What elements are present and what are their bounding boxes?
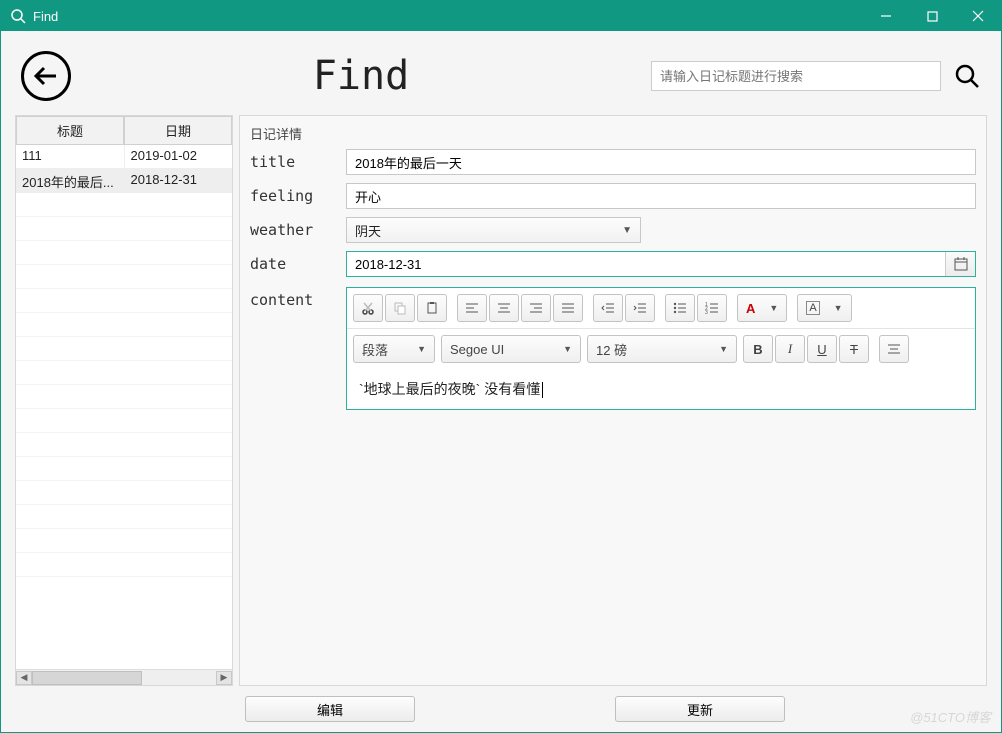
chevron-down-icon: ▼ <box>563 344 572 354</box>
editor-textarea[interactable]: `地球上最后的夜晚` 没有看懂 <box>347 369 975 409</box>
align-right-button[interactable] <box>521 294 551 322</box>
editor-content: `地球上最后的夜晚` 没有看懂 <box>359 381 540 397</box>
align-justify-icon <box>561 302 575 314</box>
label-date: date <box>250 255 336 273</box>
cell-title: 111 <box>16 145 124 168</box>
align-right-icon <box>529 302 543 314</box>
font-family-value: Segoe UI <box>450 342 504 357</box>
detail-pane: 日记详情 title feeling weather 阴天 ▼ <box>239 115 987 686</box>
weather-value: 阴天 <box>355 221 381 240</box>
outdent-icon <box>601 302 615 314</box>
number-list-icon: 123 <box>705 302 719 314</box>
calendar-icon <box>954 257 968 271</box>
indent-button[interactable] <box>625 294 655 322</box>
edit-button[interactable]: 编辑 <box>245 696 415 722</box>
calendar-button[interactable] <box>945 252 975 276</box>
underline-button[interactable]: U <box>807 335 837 363</box>
close-button[interactable] <box>955 1 1001 31</box>
copy-icon <box>393 301 407 315</box>
svg-text:3: 3 <box>705 310 708 314</box>
back-button[interactable] <box>21 51 71 101</box>
strikethrough-button[interactable]: T <box>839 335 869 363</box>
maximize-button[interactable] <box>909 1 955 31</box>
scroll-right-icon[interactable]: ▶ <box>216 671 232 685</box>
para-style-value: 段落 <box>362 340 388 359</box>
cell-title: 2018年的最后... <box>16 169 124 192</box>
bold-button[interactable]: B <box>743 335 773 363</box>
chevron-down-icon: ▼ <box>834 303 843 313</box>
minimize-button[interactable] <box>863 1 909 31</box>
chevron-down-icon: ▼ <box>417 344 426 354</box>
paragraph-style-select[interactable]: 段落 ▼ <box>353 335 435 363</box>
outdent-button[interactable] <box>593 294 623 322</box>
clear-format-icon <box>887 343 901 355</box>
indent-icon <box>633 302 647 314</box>
feeling-input[interactable] <box>346 183 976 209</box>
align-center-icon <box>497 302 511 314</box>
clear-format-button[interactable] <box>879 335 909 363</box>
title-input[interactable] <box>346 149 976 175</box>
chevron-down-icon: ▼ <box>769 303 778 313</box>
copy-button[interactable] <box>385 294 415 322</box>
font-family-select[interactable]: Segoe UI ▼ <box>441 335 581 363</box>
cut-icon <box>361 301 375 315</box>
bullet-list-icon <box>673 302 687 314</box>
table-header: 标题 日期 <box>16 116 232 145</box>
label-feeling: feeling <box>250 187 336 205</box>
align-left-button[interactable] <box>457 294 487 322</box>
group-title: 日记详情 <box>250 124 976 143</box>
align-center-button[interactable] <box>489 294 519 322</box>
align-justify-button[interactable] <box>553 294 583 322</box>
search-icon <box>9 7 27 25</box>
cell-date: 2019-01-02 <box>124 145 233 168</box>
search-input[interactable] <box>651 61 941 91</box>
font-size-value: 12 磅 <box>596 340 627 359</box>
col-date[interactable]: 日期 <box>124 116 232 145</box>
diary-list: 标题 日期 111 2019-01-02 2018年的最后... 2018-12… <box>15 115 233 686</box>
date-input[interactable] <box>347 252 945 276</box>
table-row[interactable]: 111 2019-01-02 <box>16 145 232 169</box>
paste-icon <box>425 301 439 315</box>
italic-button[interactable]: I <box>775 335 805 363</box>
bullet-list-button[interactable] <box>665 294 695 322</box>
titlebar: Find <box>1 1 1001 31</box>
paste-button[interactable] <box>417 294 447 322</box>
chevron-down-icon: ▼ <box>622 225 632 236</box>
update-button[interactable]: 更新 <box>615 696 785 722</box>
page-title: Find <box>83 53 639 99</box>
col-title[interactable]: 标题 <box>16 116 124 145</box>
highlight-button[interactable]: A▼ <box>797 294 851 322</box>
label-weather: weather <box>250 221 336 239</box>
highlight-icon: A <box>806 301 819 315</box>
window-title: Find <box>33 9 58 24</box>
scroll-left-icon[interactable]: ◀ <box>16 671 32 685</box>
content-editor: 123 A▼ A▼ 段落▼ <box>346 287 976 410</box>
chevron-down-icon: ▼ <box>719 344 728 354</box>
weather-select[interactable]: 阴天 ▼ <box>346 217 641 243</box>
label-title: title <box>250 153 336 171</box>
font-color-button[interactable]: A▼ <box>737 294 787 322</box>
label-content: content <box>250 285 336 309</box>
number-list-button[interactable]: 123 <box>697 294 727 322</box>
cell-date: 2018-12-31 <box>124 169 233 192</box>
search-submit-icon[interactable] <box>953 62 981 90</box>
text-cursor <box>542 382 543 398</box>
font-size-select[interactable]: 12 磅 ▼ <box>587 335 737 363</box>
horizontal-scrollbar[interactable]: ◀ ▶ <box>16 669 232 685</box>
font-color-icon: A <box>746 301 755 316</box>
table-row[interactable]: 2018年的最后... 2018-12-31 <box>16 169 232 193</box>
align-left-icon <box>465 302 479 314</box>
cut-button[interactable] <box>353 294 383 322</box>
